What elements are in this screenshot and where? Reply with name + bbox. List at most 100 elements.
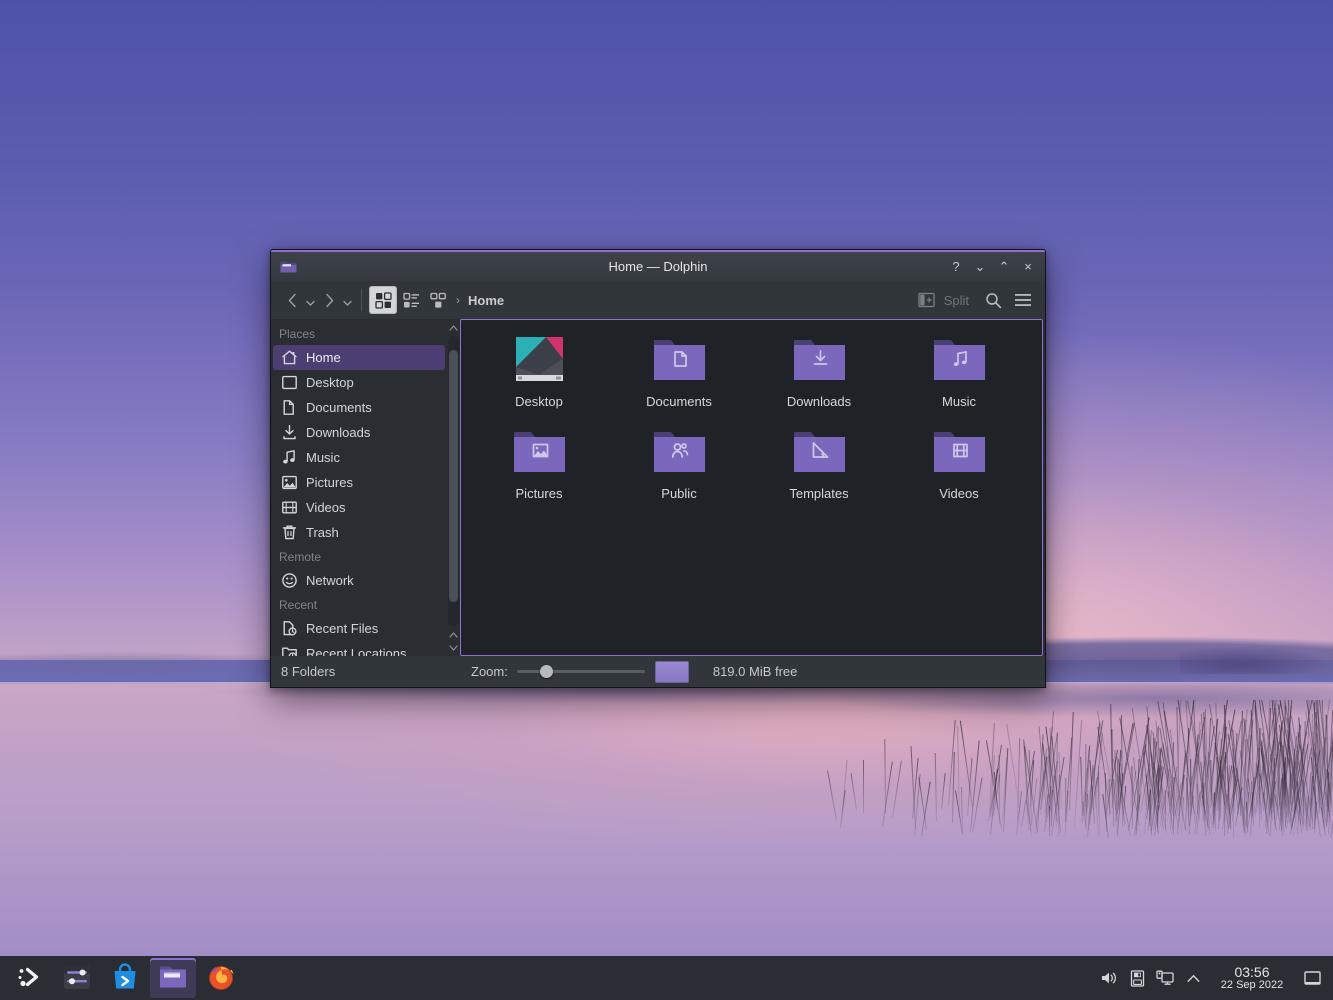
recent-files-icon [281, 620, 298, 637]
sidebar-item-trash[interactable]: Trash [273, 520, 445, 545]
file-item-label: Downloads [782, 393, 856, 410]
scrollbar-track[interactable] [448, 336, 459, 626]
usb-drive-icon[interactable] [1125, 964, 1149, 992]
back-history-chevron-down-icon[interactable] [304, 286, 317, 314]
minimize-button[interactable]: ⌄ [969, 256, 991, 278]
file-item-desktop[interactable]: Desktop [469, 330, 609, 422]
sidebar-item-label: Home [306, 350, 341, 365]
file-item-downloads[interactable]: Downloads [749, 330, 889, 422]
file-view[interactable]: Desktop Documents Downloads Music Pictur… [460, 319, 1043, 656]
sidebar-item-music[interactable]: Music [273, 445, 445, 470]
zoom-slider[interactable] [517, 663, 645, 681]
folder-music [931, 336, 987, 384]
dolphin-toolbar[interactable]: › Home Split [271, 281, 1045, 319]
places-panel[interactable]: PlacesHomeDesktopDocumentsDownloadsMusic… [271, 319, 447, 656]
sidebar-item-label: Recent Locations [306, 646, 406, 656]
task-system-settings[interactable] [54, 958, 100, 998]
close-button[interactable]: × [1017, 256, 1039, 278]
scroll-down-arrow-icon[interactable] [447, 641, 460, 654]
search-icon[interactable] [979, 286, 1007, 314]
zoom-label: Zoom: [471, 664, 508, 679]
sidebar-item-network[interactable]: Network [273, 568, 445, 593]
hamburger-menu-icon[interactable] [1009, 286, 1037, 314]
toolbar-right-group[interactable]: Split [915, 286, 1037, 314]
maximize-button[interactable]: ⌃ [993, 256, 1015, 278]
scrollbar-handle[interactable] [449, 350, 458, 602]
places-group-title-recent: Recent [271, 593, 447, 616]
digital-clock[interactable]: 03:56 22 Sep 2022 [1209, 958, 1295, 998]
view-compact-button[interactable] [398, 286, 424, 314]
sidebar-item-downloads[interactable]: Downloads [273, 420, 445, 445]
desktop-icon [281, 374, 298, 391]
scroll-up-arrow-icon[interactable] [447, 321, 460, 334]
task-dolphin[interactable] [150, 958, 196, 998]
monitor-network-icon[interactable] [1153, 964, 1177, 992]
file-item-label: Videos [934, 485, 984, 502]
window-buttons[interactable]: ? ⌄ ⌃ × [945, 256, 1039, 278]
sidebar-item-label: Music [306, 450, 340, 465]
sidebar-item-desktop[interactable]: Desktop [273, 370, 445, 395]
places-scrollbar[interactable] [447, 319, 460, 656]
view-icons-button[interactable] [369, 286, 397, 314]
split-view-button[interactable] [915, 286, 939, 314]
sidebar-item-recent-locations[interactable]: Recent Locations [273, 641, 445, 656]
breadcrumb-item-home[interactable]: Home [463, 290, 509, 311]
system-tray[interactable]: 03:56 22 Sep 2022 [1097, 958, 1327, 998]
free-space-label: 819.0 MiB free [713, 664, 798, 679]
file-item-pictures[interactable]: Pictures [469, 422, 609, 514]
window-titlebar[interactable]: Home — Dolphin ? ⌄ ⌃ × [271, 250, 1045, 281]
task-firefox[interactable] [198, 958, 244, 998]
file-item-label: Documents [641, 393, 717, 410]
scrollbar-bottom-arrows[interactable] [447, 628, 460, 654]
scroll-up-arrow-icon-2[interactable] [447, 628, 460, 641]
file-item-templates[interactable]: Templates [749, 422, 889, 514]
kde-kickoff-icon [15, 963, 43, 994]
help-button[interactable]: ? [945, 256, 967, 278]
zoom-slider-handle[interactable] [540, 665, 553, 678]
zoom-control[interactable]: Zoom: [471, 663, 645, 681]
desktop-thumbnail [511, 336, 567, 384]
view-details-button[interactable] [425, 286, 451, 314]
shopping-bag-icon [111, 963, 139, 994]
toolbar-separator [361, 289, 362, 311]
task-manager[interactable] [6, 958, 244, 998]
breadcrumb[interactable]: › Home [456, 290, 509, 311]
sidebar-item-pictures[interactable]: Pictures [273, 470, 445, 495]
desktop[interactable]: Home — Dolphin ? ⌄ ⌃ × [0, 0, 1333, 1000]
dolphin-window[interactable]: Home — Dolphin ? ⌄ ⌃ × [270, 249, 1046, 688]
item-count-label: 8 Folders [281, 664, 411, 679]
file-item-public[interactable]: Public [609, 422, 749, 514]
file-item-videos[interactable]: Videos [889, 422, 1029, 514]
chevron-up-icon[interactable] [1181, 964, 1205, 992]
trash-icon [281, 524, 298, 541]
speaker-icon[interactable] [1097, 964, 1121, 992]
places-list[interactable]: PlacesHomeDesktopDocumentsDownloadsMusic… [271, 322, 447, 656]
folder-public [651, 428, 707, 476]
sidebar-item-recent-files[interactable]: Recent Files [273, 616, 445, 641]
downloads-icon [281, 424, 298, 441]
sidebar-item-videos[interactable]: Videos [273, 495, 445, 520]
task-application-launcher[interactable] [6, 958, 52, 998]
videos-icon [281, 499, 298, 516]
file-item-documents[interactable]: Documents [609, 330, 749, 422]
zoom-slider-track [517, 670, 645, 673]
forward-button[interactable] [318, 286, 340, 314]
recent-locations-icon [281, 645, 298, 656]
wallpaper-reeds [790, 700, 1333, 900]
plasma-panel[interactable]: 03:56 22 Sep 2022 [0, 956, 1333, 1000]
file-item-music[interactable]: Music [889, 330, 1029, 422]
sidebar-item-label: Documents [306, 400, 372, 415]
forward-history-chevron-down-icon[interactable] [341, 286, 354, 314]
file-item-label: Public [656, 485, 701, 502]
task-discover[interactable] [102, 958, 148, 998]
back-button[interactable] [281, 286, 303, 314]
sidebar-item-home[interactable]: Home [273, 345, 445, 370]
folder-downloads [791, 336, 847, 384]
breadcrumb-separator-icon: › [456, 293, 460, 307]
free-space-indicator[interactable] [655, 661, 689, 683]
sidebar-item-documents[interactable]: Documents [273, 395, 445, 420]
folder-templates [791, 428, 847, 476]
show-desktop-button[interactable] [1299, 958, 1325, 998]
folder-pictures [511, 428, 567, 476]
sidebar-item-label: Trash [306, 525, 339, 540]
